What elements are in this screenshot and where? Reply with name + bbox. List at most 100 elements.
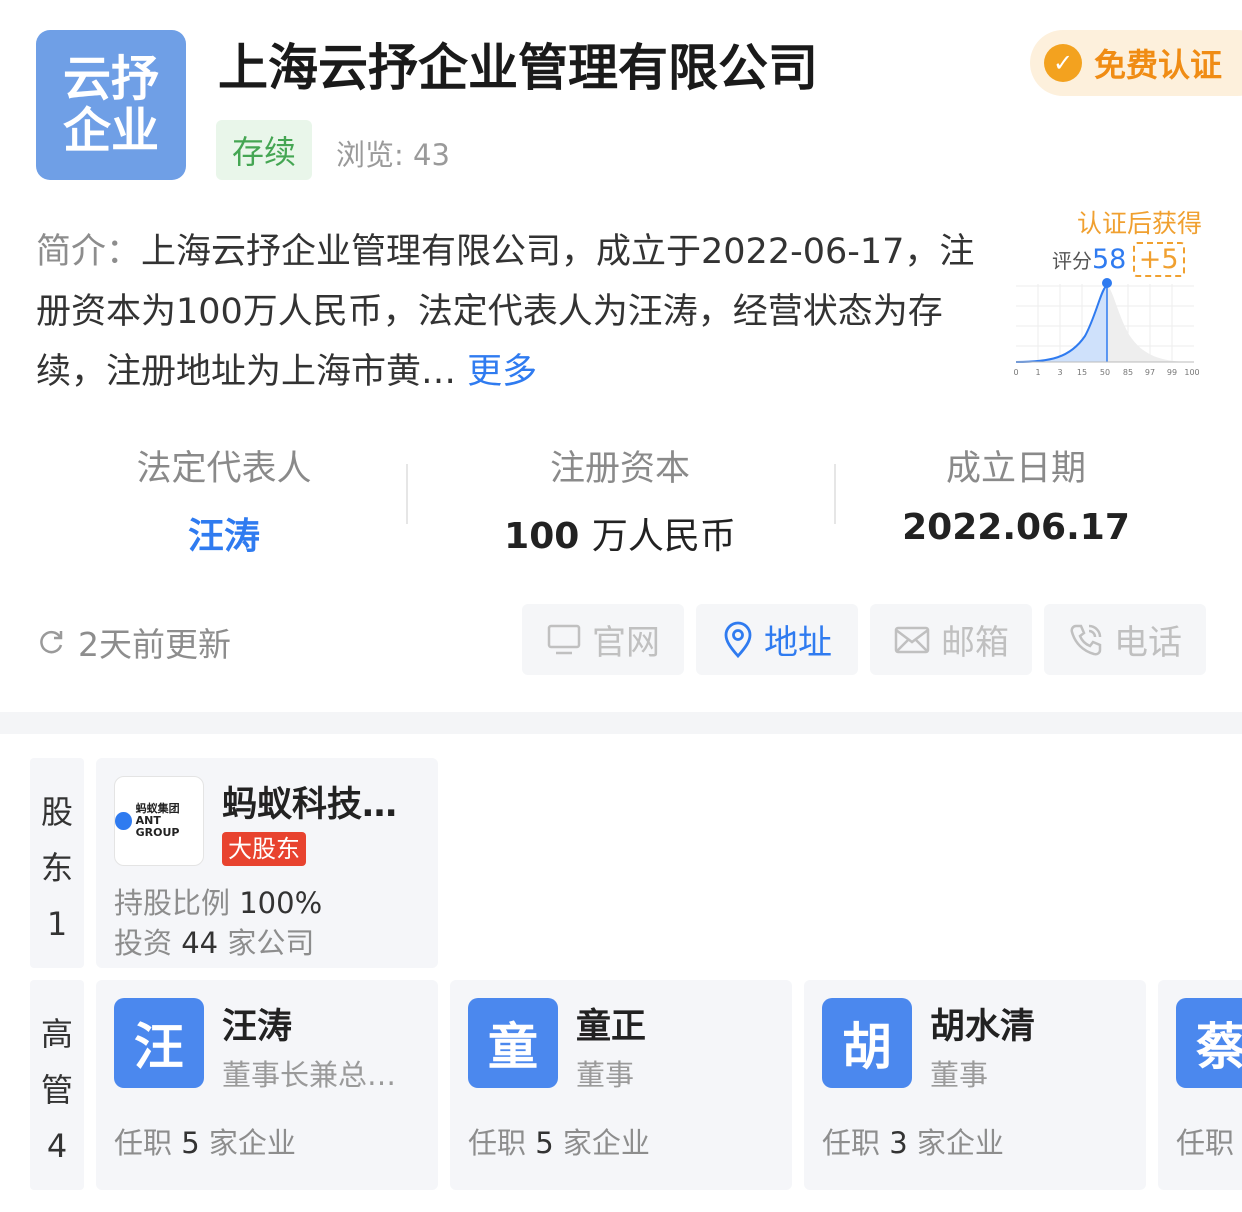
score-tick: 100 (1184, 368, 1199, 377)
shareholder-name: 蚂蚁科技… (222, 785, 398, 825)
score-tick: 3 (1057, 368, 1062, 377)
ratio-value: 100% (239, 886, 323, 920)
shareholders-side-label: 股 东 1 (30, 758, 84, 968)
after-cert-label: 认证后获得 (1076, 209, 1202, 238)
score-tick: 85 (1123, 368, 1133, 377)
executive-role: 董事长兼总… (222, 1058, 397, 1092)
positions-count: 3 (889, 1126, 908, 1160)
side-char: 管 (40, 1071, 73, 1109)
update-status[interactable]: 2天前更新 (36, 618, 231, 666)
ant-group-logo: 蚂蚁集团 ANT GROUP (114, 776, 204, 866)
executive-name: 胡水清 (930, 1007, 1036, 1047)
email-button[interactable]: 邮箱 (870, 604, 1032, 675)
capital-label: 注册资本 (549, 449, 690, 489)
capital-value: 100 万人民币 (470, 507, 770, 559)
capital-unit: 万人民币 (591, 516, 736, 557)
address-button[interactable]: 地址 (696, 604, 858, 675)
divider (406, 464, 408, 524)
executive-card-partial[interactable]: 蔡 任职 (1158, 980, 1242, 1190)
verified-check-icon: ✓ (1044, 44, 1082, 82)
avatar: 童 (468, 998, 558, 1088)
positions-label: 任职 (114, 1126, 182, 1160)
website-label: 官网 (592, 623, 660, 663)
logo-text-line2: 企业 (62, 103, 159, 159)
score-distribution-chart: 0 1 3 15 50 85 97 99 100 (1013, 278, 1200, 377)
score-value: 58 (1092, 244, 1127, 275)
status-badge: 存续 (216, 120, 312, 180)
capital-number: 100 (504, 516, 580, 557)
side-count: 1 (46, 905, 68, 943)
score-tick: 99 (1167, 368, 1177, 377)
stat-legal-rep: 法定代表人 汪涛 (74, 440, 374, 559)
score-line: 评分58 +5 (1052, 242, 1185, 277)
positions-count: 5 (535, 1126, 554, 1160)
location-pin-icon (724, 621, 752, 658)
major-shareholder-badge: 大股东 (222, 832, 306, 866)
section-divider (0, 712, 1242, 734)
investment-count: 投资 44 家公司 (114, 920, 314, 962)
executive-positions: 任职 (1176, 1126, 1235, 1160)
positions-label: 任职 (822, 1126, 890, 1160)
score-tick: 50 (1100, 368, 1110, 377)
avatar: 汪 (114, 998, 204, 1088)
side-char: 东 (40, 849, 73, 887)
company-intro: 简介：上海云抒企业管理有限公司，成立于2022-06-17，注册资本为100万人… (36, 222, 986, 402)
legal-rep-link[interactable]: 汪涛 (74, 507, 374, 559)
legal-rep-label: 法定代表人 (136, 449, 312, 489)
intro-more-link[interactable]: 更多 (467, 352, 537, 392)
update-status-label: 2天前更新 (78, 625, 231, 664)
shareholding-ratio: 持股比例 100% (114, 880, 322, 922)
score-tick: 97 (1145, 368, 1155, 377)
executive-role: 董事 (576, 1058, 635, 1092)
founded-value: 2022.06.17 (902, 507, 1130, 548)
score-tick: 15 (1077, 368, 1087, 377)
positions-suffix: 家企业 (553, 1126, 650, 1160)
executive-name: 汪涛 (222, 1007, 293, 1047)
positions-suffix: 家企业 (907, 1126, 1004, 1160)
phone-icon (1070, 624, 1102, 655)
executive-positions: 任职 5 家企业 (114, 1120, 296, 1162)
score-widget[interactable]: 认证后获得 评分58 +5 0 1 3 15 50 85 97 99 100 (1010, 200, 1210, 380)
monitor-icon (547, 624, 581, 654)
stat-capital: 注册资本 100 万人民币 (470, 440, 770, 559)
executives-side-label: 高 管 4 (30, 980, 84, 1190)
ant-logo-text: 蚂蚁集团 ANT GROUP (136, 803, 203, 839)
avatar: 胡 (822, 998, 912, 1088)
founded-label: 成立日期 (945, 449, 1086, 489)
divider (834, 464, 836, 524)
avatar: 蔡 (1176, 998, 1242, 1088)
website-button[interactable]: 官网 (522, 604, 684, 675)
executive-card[interactable]: 汪 汪涛 董事长兼总… 任职 5 家企业 (96, 980, 438, 1190)
email-label: 邮箱 (941, 623, 1009, 663)
positions-count: 5 (181, 1126, 200, 1160)
executive-card[interactable]: 童 童正 董事 任职 5 家企业 (450, 980, 792, 1190)
ant-logo-mark-icon (115, 812, 132, 830)
executive-positions: 任职 5 家企业 (468, 1120, 650, 1162)
ratio-label: 持股比例 (114, 886, 240, 920)
phone-button[interactable]: 电话 (1044, 604, 1206, 675)
intro-label: 简介： (36, 232, 142, 272)
mail-icon (894, 626, 930, 653)
executive-name: 童正 (576, 1007, 647, 1047)
ant-logo-line2: ANT GROUP (135, 814, 180, 839)
view-count: 浏览: 43 (336, 132, 450, 174)
view-count-label: 浏览: (336, 138, 413, 172)
invest-suffix: 家公司 (218, 926, 315, 960)
executive-card[interactable]: 胡 胡水清 董事 任职 3 家企业 (804, 980, 1146, 1190)
positions-label: 任职 (468, 1126, 536, 1160)
free-certification-button[interactable]: ✓ 免费认证 (1030, 30, 1242, 96)
address-label: 地址 (764, 623, 832, 663)
view-count-value: 43 (413, 138, 450, 172)
company-name: 上海云抒企业管理有限公司 (218, 39, 818, 97)
executive-positions: 任职 3 家企业 (822, 1120, 1004, 1162)
phone-label: 电话 (1114, 623, 1182, 663)
score-tick: 0 (1013, 368, 1018, 377)
invest-label: 投资 (114, 926, 182, 960)
score-label: 评分 (1052, 249, 1092, 273)
shareholder-card[interactable]: 蚂蚁集团 ANT GROUP 蚂蚁科技… 大股东 持股比例 100% 投资 44… (96, 758, 438, 968)
score-bonus: +5 (1132, 242, 1185, 277)
side-char: 股 (40, 793, 73, 831)
refresh-icon (40, 630, 63, 654)
logo-text-line1: 云抒 (62, 51, 159, 107)
key-stats: 法定代表人 汪涛 注册资本 100 万人民币 成立日期 2022.06.17 (0, 440, 1242, 557)
